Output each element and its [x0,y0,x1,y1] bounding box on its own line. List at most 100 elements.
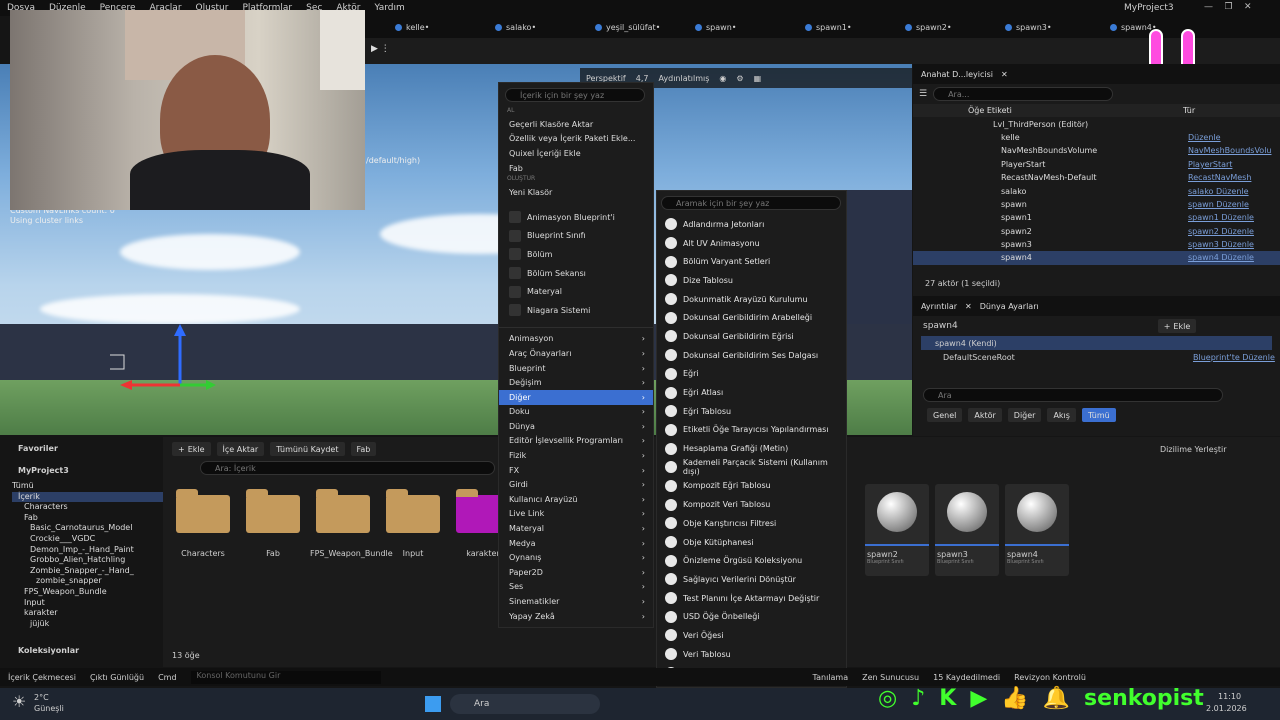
asset-item[interactable]: Sağlayıcı Verilerini Dönüştür [657,570,846,589]
outliner-row[interactable]: PlayerStart PlayerStart [913,158,1280,171]
actor-type[interactable]: RecastNavMesh [1188,173,1251,182]
actor-type[interactable]: spawn1 Düzenle [1188,213,1254,222]
tree-item[interactable]: Crockie___VGDC [12,534,163,545]
asset-item[interactable]: Dokunsal Geribildirim Ses Dalgası [657,346,846,365]
outliner-row[interactable]: Lvl_ThirdPerson (Editör) [913,117,1280,130]
blueprint-asset[interactable]: spawn3 Blueprint Sınıfı [935,484,999,576]
level-tab[interactable]: spawn• [695,19,736,36]
submenu-search-input[interactable]: Aramak için bir şey yaz [661,196,841,210]
tree-item[interactable]: Basic_Carnotaurus_Model [12,523,163,534]
outliner-search-input[interactable]: Ara... [933,87,1114,101]
tab-details[interactable]: Ayrıntılar [921,302,957,311]
create-item[interactable]: Animasyon Blueprint'i [499,208,653,227]
blueprint-asset[interactable]: spawn2 Blueprint Sınıfı [865,484,929,576]
outliner-row[interactable]: RecastNavMesh-Default RecastNavMesh [913,171,1280,184]
filter-button[interactable]: Diğer [1007,408,1042,422]
create-item[interactable]: Blueprint Sınıfı [499,227,653,246]
play-icon[interactable]: ▶ ⋮ [371,44,390,54]
create-item[interactable]: Bölüm [499,245,653,264]
console-input[interactable]: Konsol Komutunu Gir [190,670,381,684]
category-item[interactable]: Animasyon › [499,332,653,347]
eye-icon[interactable]: ◉ [719,74,726,83]
outliner-row[interactable]: spawn4 spawn4 Düzenle [913,251,1280,265]
project-header[interactable]: MyProject3 [0,459,163,481]
trace-button[interactable]: Tanılama [813,673,849,682]
category-item[interactable]: Materyal › [499,521,653,536]
asset-item[interactable]: Obje Kütüphanesi [657,533,846,552]
category-item[interactable]: Live Link › [499,507,653,522]
tree-item[interactable]: Demon_Imp_-_Hand_Paint [12,545,163,556]
filter-button[interactable]: Genel [927,408,963,422]
asset-item[interactable]: Dokunmatik Arayüzü Kurulumu [657,290,846,309]
actor-type[interactable]: salako Düzenle [1188,187,1249,196]
category-item[interactable]: Paper2D › [499,565,653,580]
category-item[interactable]: FX › [499,463,653,478]
asset-item[interactable]: Kademeli Parçacık Sistemi (Kullanım dışı… [657,458,846,477]
close-icon[interactable]: ✕ [1001,70,1008,79]
create-item[interactable]: Bölüm Sekansı [499,264,653,283]
favorites-header[interactable]: Favoriler [0,437,163,459]
tree-item[interactable]: Zombie_Snapper_-_Hand_ [12,566,163,577]
outliner-row[interactable]: NavMeshBoundsVolume NavMeshBoundsVolu [913,144,1280,157]
category-item[interactable]: Yapay Zekâ › [499,609,653,624]
asset-item[interactable]: Adlandırma Jetonları [657,215,846,234]
asset-item[interactable]: Dokunsal Geribildirim Eğrisi [657,327,846,346]
asset-item[interactable]: Kompozit Eğri Tablosu [657,477,846,496]
tree-item[interactable]: Characters [12,502,163,513]
tree-item[interactable]: Fab [12,513,163,524]
level-tab[interactable]: salako• [495,19,536,36]
category-item[interactable]: Sinematikler › [499,594,653,609]
lighting-dropdown[interactable]: Aydınlatılmış [658,74,709,83]
create-item[interactable]: Niagara Sistemi [499,301,653,320]
tree-item[interactable]: karakter [12,608,163,619]
category-item[interactable]: Diğer › [499,389,653,405]
category-item[interactable]: Ses › [499,580,653,595]
menu-item[interactable]: Yardım [367,3,411,13]
folder-asset[interactable]: Fab [240,489,306,558]
content-drawer-button[interactable]: İçerik Çekmecesi [8,673,76,682]
category-item[interactable]: Editör İşlevsellik Programları › [499,434,653,449]
category-item[interactable]: Doku › [499,405,653,420]
self-component[interactable]: spawn4 (Kendi) [921,336,1272,350]
asset-item[interactable]: Alt UV Animasyonu [657,234,846,253]
gear-icon[interactable]: ⚙ [736,74,743,83]
menu-item[interactable]: Quixel İçeriği Ekle [499,146,653,161]
category-item[interactable]: Fizik › [499,448,653,463]
outliner-row[interactable]: spawn2 spawn2 Düzenle [913,225,1280,238]
level-tab[interactable]: yeşil_sülüfat• [595,19,660,36]
asset-item[interactable]: Bölüm Varyant Setleri [657,252,846,271]
asset-item[interactable]: Kompozit Veri Tablosu [657,495,846,514]
asset-item[interactable]: Etiketli Öğe Tarayıcısı Yapılandırması [657,421,846,440]
transform-gizmo[interactable] [110,320,220,395]
tree-item[interactable]: FPS_Weapon_Bundle [12,587,163,598]
filter-button[interactable]: Aktör [968,408,1002,422]
new-folder-item[interactable]: Yeni Klasör [499,185,653,200]
collections-header[interactable]: Koleksiyonlar [18,646,79,655]
folder-asset[interactable]: Characters [170,489,236,558]
asset-item[interactable]: Eğri Atlası [657,383,846,402]
tree-item[interactable]: İçerik [12,491,163,503]
asset-item[interactable]: Veri Öğesi [657,626,846,645]
tab-world-settings[interactable]: Dünya Ayarları [980,302,1039,311]
asset-item[interactable]: Veri Tablosu [657,645,846,664]
filter-icon[interactable]: ☰ [919,89,927,99]
menu-item[interactable]: Fab [499,161,653,176]
filter-button[interactable]: Tümü [1081,408,1116,422]
add-component-button[interactable]: + Ekle [1157,319,1197,333]
menu-search-input[interactable]: İçerik için bir şey yaz [505,88,645,102]
menu-item[interactable]: Özellik veya İçerik Paketi Ekle... [499,132,653,147]
tree-item[interactable]: Tümü [12,481,163,492]
dock-button[interactable]: Dizilime Yerleştir [1160,445,1227,454]
asset-item[interactable]: USD Öğe Önbelleği [657,607,846,626]
default-scene-root[interactable]: DefaultSceneRoot Blueprint'te Düzenle [913,350,1280,364]
asset-item[interactable]: Dize Tablosu [657,271,846,290]
output-log-button[interactable]: Çıktı Günlüğü [90,673,144,682]
tree-item[interactable]: Grobbo_Alien_Hatchling [12,555,163,566]
outliner-row[interactable]: salako salako Düzenle [913,184,1280,197]
asset-item[interactable]: Test Planını İçe Aktarmayı Değiştir [657,589,846,608]
import-button[interactable]: İçe Aktar [216,442,265,456]
folder-asset[interactable]: FPS_Weapon_Bundle [310,489,393,558]
add-button[interactable]: + Ekle [172,442,211,456]
outliner-row[interactable]: kelle Düzenle [913,131,1280,144]
category-item[interactable]: Blueprint › [499,361,653,376]
